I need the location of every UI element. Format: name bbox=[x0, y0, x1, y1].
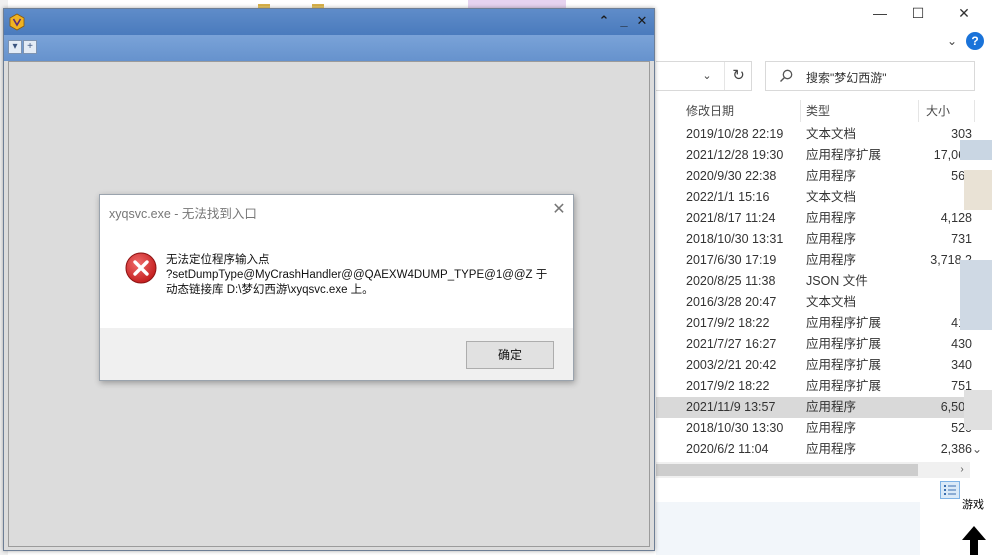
dialog-content: xyqsvc.exe - 无法找到入口 ✕ 无法定位程序输入点 ?setDump… bbox=[100, 195, 573, 328]
file-date: 2021/8/17 11:24 bbox=[686, 211, 776, 225]
file-date: 2021/12/28 19:30 bbox=[686, 148, 784, 162]
file-date: 2019/10/28 22:19 bbox=[686, 127, 784, 141]
help-icon[interactable]: ? bbox=[966, 32, 984, 50]
maximize-icon[interactable]: ☐ bbox=[906, 4, 930, 22]
status-bar bbox=[656, 478, 922, 502]
ok-button[interactable]: 确定 bbox=[466, 341, 554, 369]
search-placeholder: 搜索"梦幻西游" bbox=[806, 71, 887, 85]
file-date: 2003/2/21 20:42 bbox=[686, 358, 777, 372]
minimize-icon[interactable]: — bbox=[868, 4, 892, 22]
close-icon[interactable]: ✕ bbox=[548, 199, 570, 221]
message-line: 无法定位程序输入点 bbox=[166, 254, 270, 266]
column-divider[interactable] bbox=[918, 100, 919, 122]
add-icon[interactable]: + bbox=[23, 40, 37, 54]
message-line: ?setDumpType@MyCrashHandler@@QAEXW4DUMP_… bbox=[166, 269, 548, 281]
restore-icon[interactable]: ⌃ bbox=[596, 13, 612, 29]
file-date: 2022/1/1 15:16 bbox=[686, 190, 770, 204]
file-type: 应用程序扩展 bbox=[806, 337, 882, 351]
file-date: 2020/8/25 11:38 bbox=[686, 274, 776, 288]
file-date: 2017/9/2 18:22 bbox=[686, 379, 770, 393]
chevron-down-icon[interactable]: ⌄ bbox=[942, 31, 962, 51]
refresh-icon[interactable]: ↻ bbox=[724, 62, 752, 90]
error-dialog: xyqsvc.exe - 无法找到入口 ✕ 无法定位程序输入点 ?setDump… bbox=[99, 194, 574, 381]
file-type: 文本文档 bbox=[806, 295, 857, 309]
file-date: 2020/6/2 11:04 bbox=[686, 442, 769, 456]
file-date: 2017/9/2 18:22 bbox=[686, 316, 770, 330]
app-toolbar: ▾ + bbox=[4, 35, 654, 61]
close-icon[interactable]: ✕ bbox=[634, 13, 650, 29]
scrollbar-thumb[interactable] bbox=[656, 464, 918, 476]
app-logo-icon bbox=[9, 13, 25, 31]
column-header-type[interactable]: 类型 bbox=[806, 98, 830, 124]
minimize-icon[interactable]: _ bbox=[616, 13, 632, 29]
search-input[interactable]: 搜索"梦幻西游" bbox=[765, 61, 975, 91]
file-type: 应用程序扩展 bbox=[806, 379, 882, 393]
file-type: JSON 文件 bbox=[806, 274, 868, 288]
column-header-date[interactable]: 修改日期 bbox=[686, 98, 734, 124]
background-label: 游戏 bbox=[962, 499, 984, 511]
file-type: 文本文档 bbox=[806, 190, 857, 204]
file-type: 应用程序扩展 bbox=[806, 148, 882, 162]
column-divider[interactable] bbox=[800, 100, 801, 122]
file-type: 应用程序 bbox=[806, 211, 857, 225]
arrow-up-icon bbox=[954, 522, 992, 555]
file-date: 2021/11/9 13:57 bbox=[686, 400, 776, 414]
address-dropdown-icon[interactable]: ⌄ bbox=[696, 66, 718, 86]
file-date: 2017/6/30 17:19 bbox=[686, 253, 777, 267]
close-icon[interactable]: ✕ bbox=[952, 4, 976, 22]
dialog-message: 无法定位程序输入点 ?setDumpType@MyCrashHandler@@Q… bbox=[166, 253, 547, 298]
background-window-edge bbox=[920, 110, 992, 555]
file-date: 2018/10/30 13:30 bbox=[686, 421, 784, 435]
file-type: 应用程序 bbox=[806, 169, 857, 183]
app-title-bar[interactable]: ⌃ _ ✕ bbox=[4, 9, 654, 35]
file-type: 应用程序 bbox=[806, 442, 857, 456]
file-type: 应用程序 bbox=[806, 421, 857, 435]
file-date: 2016/3/28 20:47 bbox=[686, 295, 777, 309]
dialog-title: xyqsvc.exe - 无法找到入口 bbox=[109, 207, 257, 221]
search-icon bbox=[780, 69, 793, 82]
file-type: 应用程序 bbox=[806, 400, 857, 414]
file-type: 应用程序扩展 bbox=[806, 316, 882, 330]
dropdown-icon[interactable]: ▾ bbox=[8, 40, 22, 54]
file-date: 2021/7/27 16:27 bbox=[686, 337, 777, 351]
file-type: 应用程序 bbox=[806, 232, 857, 246]
message-line: 动态链接库 D:\梦幻西游\xyqsvc.exe 上。 bbox=[166, 284, 374, 296]
file-date: 2020/9/30 22:38 bbox=[686, 169, 777, 183]
file-type: 应用程序扩展 bbox=[806, 358, 882, 372]
file-type: 应用程序 bbox=[806, 253, 857, 267]
file-type: 文本文档 bbox=[806, 127, 857, 141]
file-date: 2018/10/30 13:31 bbox=[686, 232, 784, 246]
error-icon bbox=[125, 252, 157, 284]
explorer-bottom-area bbox=[656, 502, 920, 555]
